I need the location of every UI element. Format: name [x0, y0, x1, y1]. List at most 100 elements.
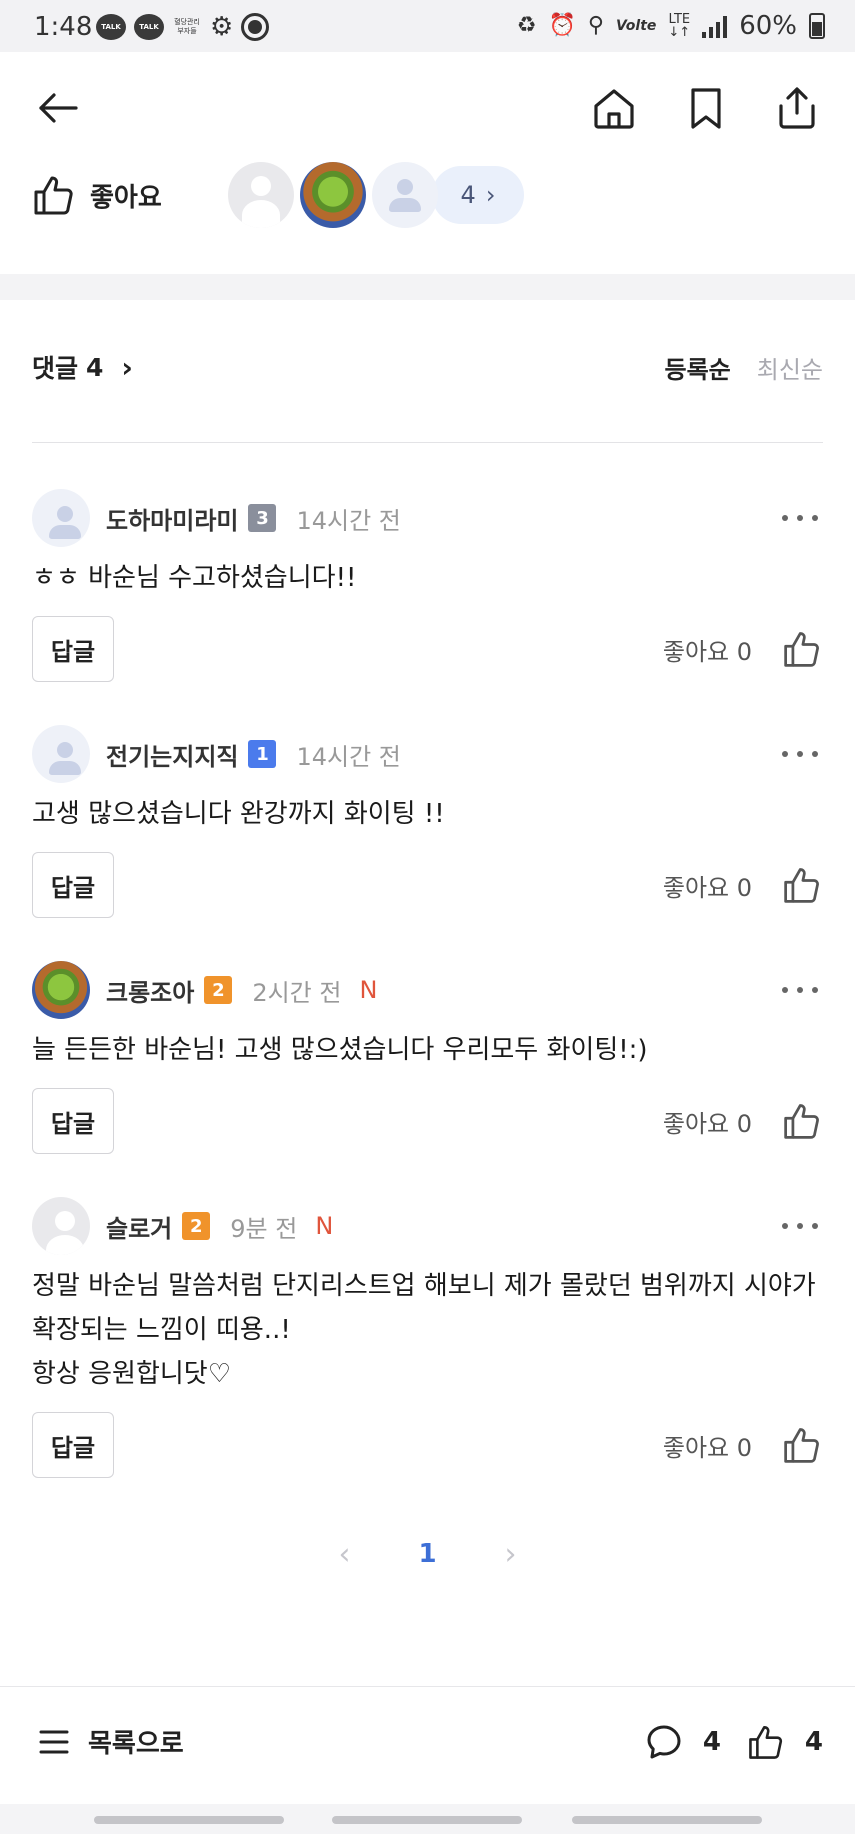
thumbs-up-icon [34, 176, 73, 215]
comment-header: 전기는지지직 1 14시간 전 [32, 724, 822, 784]
comments-button[interactable]: 4 [645, 1723, 721, 1761]
comment-body: 고생 많으셨습니다 완강까지 화이팅 !! [32, 799, 445, 829]
sort-latest[interactable]: 최신순 [757, 350, 823, 385]
next-page-chevron-icon[interactable]: › [505, 1537, 517, 1572]
post-like-bottom-button[interactable]: 4 [747, 1723, 823, 1761]
notification-app-icon: 혈당관리 부자들 [174, 18, 200, 35]
thumbs-up-icon [784, 632, 819, 667]
likes-total: 4 [804, 1727, 823, 1757]
comment-like-label: 좋아요 0 [662, 1433, 752, 1462]
comment-body: 늘 든든한 바순님! 고생 많으셨습니다 우리모두 화이팅!:) [32, 1035, 648, 1065]
divider [32, 442, 823, 443]
new-badge: N [359, 976, 378, 1004]
comment-item: 슬로거 2 9분 전 N 정말 바순님 말씀처럼 단지리스트업 해보니 제가 몰… [32, 1196, 822, 1478]
status-bar: 1:48 TALK TALK 혈당관리 부자들 ⚙ ♻ ⏰ ⚲ Volte LT… [0, 0, 855, 52]
more-options-icon[interactable] [778, 504, 822, 532]
likes-row: 좋아요 4 › [32, 162, 524, 228]
level-badge: 1 [248, 740, 277, 768]
avatar [228, 162, 294, 228]
menu-icon [39, 1730, 69, 1753]
liker-avatars[interactable]: 4 › [228, 162, 524, 228]
reply-button[interactable]: 답글 [32, 1412, 114, 1478]
new-badge: N [315, 1212, 334, 1240]
likers-more-button[interactable]: 4 › [432, 166, 524, 224]
comment-item: 크롱조아 2 2시간 전 N 늘 든든한 바순님! 고생 많으셨습니다 우리모두… [32, 960, 822, 1154]
comment-time: 14시간 전 [296, 742, 401, 771]
home-icon[interactable] [590, 84, 638, 132]
gear-icon: ⚙ [210, 12, 234, 42]
comment-footer: 답글 좋아요 0 [32, 1412, 822, 1478]
comment-author[interactable]: 슬로거 [106, 1209, 172, 1244]
avatar[interactable] [32, 489, 90, 547]
comment-footer: 답글 좋아요 0 [32, 852, 822, 918]
comment-time: 9분 전 [230, 1214, 298, 1243]
comment-author[interactable]: 크롱조아 [106, 973, 194, 1008]
more-options-icon[interactable] [778, 1212, 822, 1240]
avatar [372, 162, 438, 228]
gesture-handle [332, 1816, 522, 1824]
page-number-current[interactable]: 1 [418, 1539, 436, 1569]
bottom-actions: 4 4 [645, 1723, 823, 1761]
comment-footer: 답글 좋아요 0 [32, 616, 822, 682]
bottom-bar: 목록으로 4 4 [0, 1686, 855, 1804]
comment-like-button[interactable]: 좋아요 0 [663, 1096, 822, 1146]
globe-icon [241, 13, 270, 41]
reply-button[interactable]: 답글 [32, 1088, 114, 1154]
battery-percent: 60% [739, 11, 797, 41]
bookmark-icon[interactable] [682, 84, 730, 132]
back-to-list-button[interactable]: 목록으로 [38, 1723, 184, 1760]
battery-icon [809, 13, 825, 39]
comment-header: 슬로거 2 9분 전 N [32, 1196, 822, 1256]
signal-icon [702, 14, 728, 38]
comment-item: 도하마미라미 3 14시간 전 ㅎㅎ 바순님 수고하셨습니다!! 답글 좋아요 … [32, 488, 822, 682]
comments-header: 댓글 4 › 등록순 최신순 [32, 350, 823, 384]
alarm-icon: ⏰ [548, 13, 576, 38]
comment-like-label: 좋아요 0 [662, 637, 752, 666]
comment-like-button[interactable]: 좋아요 0 [663, 860, 822, 910]
comment-like-label: 좋아요 0 [662, 1109, 752, 1138]
share-icon[interactable] [773, 84, 821, 132]
comment-author[interactable]: 전기는지지직 [106, 737, 238, 772]
status-time: 1:48 [34, 12, 93, 42]
prev-page-chevron-icon[interactable]: ‹ [338, 1537, 350, 1572]
back-to-list-label: 목록으로 [88, 1729, 184, 1759]
comment-time: 2시간 전 [252, 978, 342, 1007]
sort-registered[interactable]: 등록순 [665, 350, 731, 385]
comments-count: 4 [86, 352, 104, 382]
kakaotalk-icon: TALK [96, 14, 126, 40]
status-right-icons: ♻ ⏰ ⚲ Volte LTE ↓↑ 60% [517, 11, 825, 41]
reply-button[interactable]: 답글 [32, 616, 114, 682]
comment-like-button[interactable]: 좋아요 0 [663, 624, 822, 674]
lte-indicator: LTE ↓↑ [668, 12, 691, 40]
reply-button[interactable]: 답글 [32, 852, 114, 918]
comments-title: 댓글 [32, 354, 79, 383]
more-options-icon[interactable] [778, 740, 822, 768]
comment-body: 정말 바순님 말씀처럼 단지리스트업 해보니 제가 몰랐던 범위까지 시야가 확… [32, 1271, 816, 1389]
thumbs-up-icon [784, 868, 819, 903]
likers-count: 4 [460, 181, 476, 209]
comment-like-button[interactable]: 좋아요 0 [663, 1420, 822, 1470]
avatar[interactable] [32, 961, 90, 1019]
back-arrow-icon[interactable] [34, 84, 82, 132]
comment-item: 전기는지지직 1 14시간 전 고생 많으셨습니다 완강까지 화이팅 !! 답글… [32, 724, 822, 918]
gesture-handle [572, 1816, 762, 1824]
comment-header: 도하마미라미 3 14시간 전 [32, 488, 822, 548]
section-divider [0, 274, 855, 300]
avatar[interactable] [32, 1197, 90, 1255]
avatar[interactable] [32, 725, 90, 783]
status-left-icons: TALK TALK 혈당관리 부자들 ⚙ [96, 12, 270, 42]
location-pin-icon: ⚲ [587, 13, 604, 38]
comments-count-link[interactable]: 댓글 4 › [32, 349, 133, 385]
comment-author[interactable]: 도하마미라미 [106, 501, 238, 536]
pagination: ‹ 1 › [0, 1534, 855, 1574]
comments-total: 4 [702, 1727, 721, 1757]
thumbs-up-icon [784, 1428, 819, 1463]
gesture-handle [94, 1816, 284, 1824]
recycle-icon: ♻ [516, 13, 537, 38]
level-badge: 3 [248, 504, 277, 532]
like-label: 좋아요 [90, 182, 162, 213]
post-like-button[interactable]: 좋아요 [32, 173, 162, 217]
comment-bubble-icon [647, 1725, 681, 1759]
top-navigation [0, 52, 855, 168]
more-options-icon[interactable] [778, 976, 822, 1004]
